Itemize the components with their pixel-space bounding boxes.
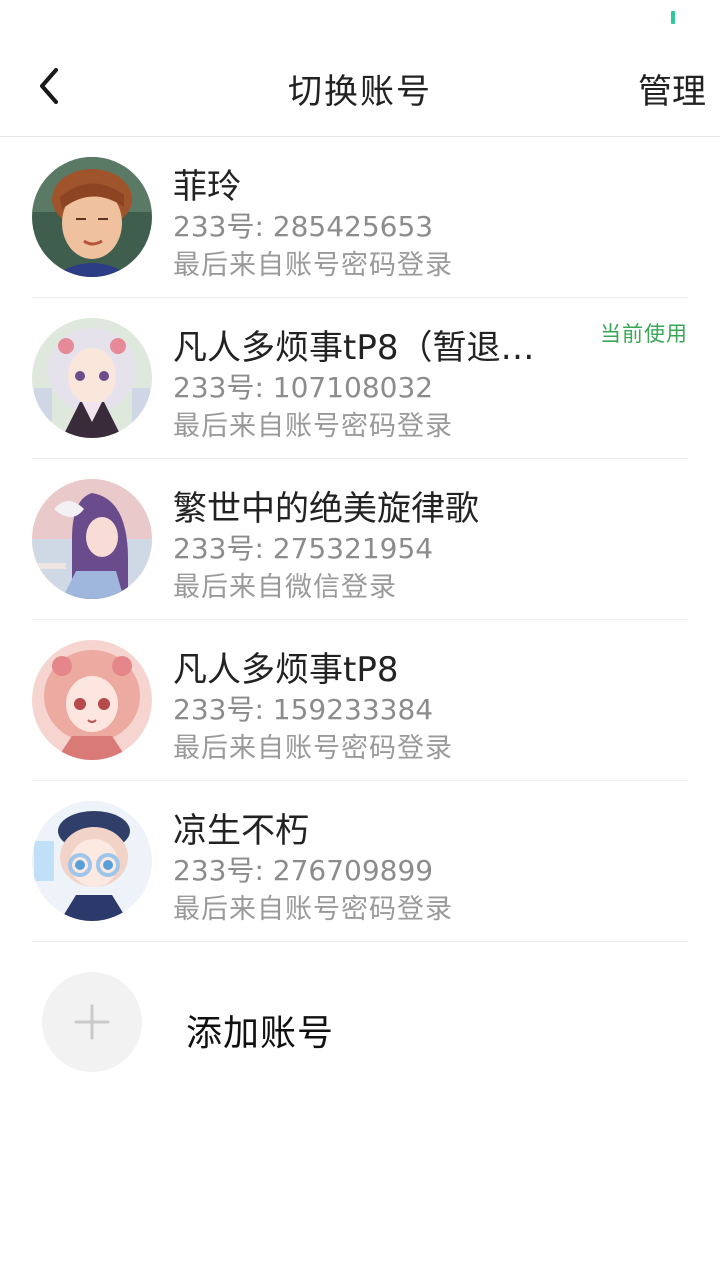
avatar — [32, 318, 152, 438]
current-account-badge: 当前使用 — [600, 322, 688, 346]
account-login-method: 最后来自账号密码登录 — [173, 733, 453, 764]
manage-button[interactable]: 管理 — [638, 64, 706, 113]
account-item[interactable]: 繁世中的绝美旋律歌 233号: 275321954 最后来自微信登录 — [32, 459, 688, 620]
account-login-method: 最后来自账号密码登录 — [173, 411, 453, 442]
account-item[interactable]: 凡人多烦事tP8 233号: 159233384 最后来自账号密码登录 — [32, 620, 688, 781]
account-id: 233号: 285425653 — [173, 210, 434, 243]
status-bar — [0, 0, 720, 40]
top-bar: 切换账号 管理 — [0, 40, 720, 137]
account-item[interactable]: 菲玲 233号: 285425653 最后来自账号密码登录 — [32, 137, 688, 298]
add-account-label: 添加账号 — [186, 1013, 335, 1054]
account-login-method: 最后来自账号密码登录 — [173, 250, 453, 281]
account-list: 菲玲 233号: 285425653 最后来自账号密码登录 凡人多烦事tP8（暂… — [0, 137, 720, 942]
account-id: 233号: 276709899 — [173, 854, 434, 887]
account-login-method: 最后来自账号密码登录 — [173, 894, 453, 925]
avatar — [32, 157, 152, 277]
avatar — [32, 479, 152, 599]
add-account-button[interactable]: 添加账号 — [32, 942, 688, 1082]
account-id: 233号: 159233384 — [173, 693, 434, 726]
account-item[interactable]: 凉生不朽 233号: 276709899 最后来自账号密码登录 — [32, 781, 688, 942]
plus-icon — [74, 1004, 110, 1040]
account-name: 凡人多烦事tP8（暂退… — [173, 328, 535, 368]
add-account-circle[interactable] — [42, 972, 142, 1072]
status-indicator — [671, 11, 675, 24]
account-name: 凡人多烦事tP8 — [173, 650, 399, 690]
account-login-method: 最后来自微信登录 — [173, 572, 397, 603]
account-item[interactable]: 凡人多烦事tP8（暂退… 233号: 107108032 最后来自账号密码登录 … — [32, 298, 688, 459]
account-name: 菲玲 — [173, 167, 241, 207]
avatar — [32, 640, 152, 760]
account-name: 繁世中的绝美旋律歌 — [173, 489, 479, 529]
account-id: 233号: 107108032 — [173, 371, 434, 404]
account-id: 233号: 275321954 — [173, 532, 434, 565]
avatar — [32, 801, 152, 921]
page-title: 切换账号 — [288, 72, 432, 112]
account-name: 凉生不朽 — [173, 811, 309, 851]
